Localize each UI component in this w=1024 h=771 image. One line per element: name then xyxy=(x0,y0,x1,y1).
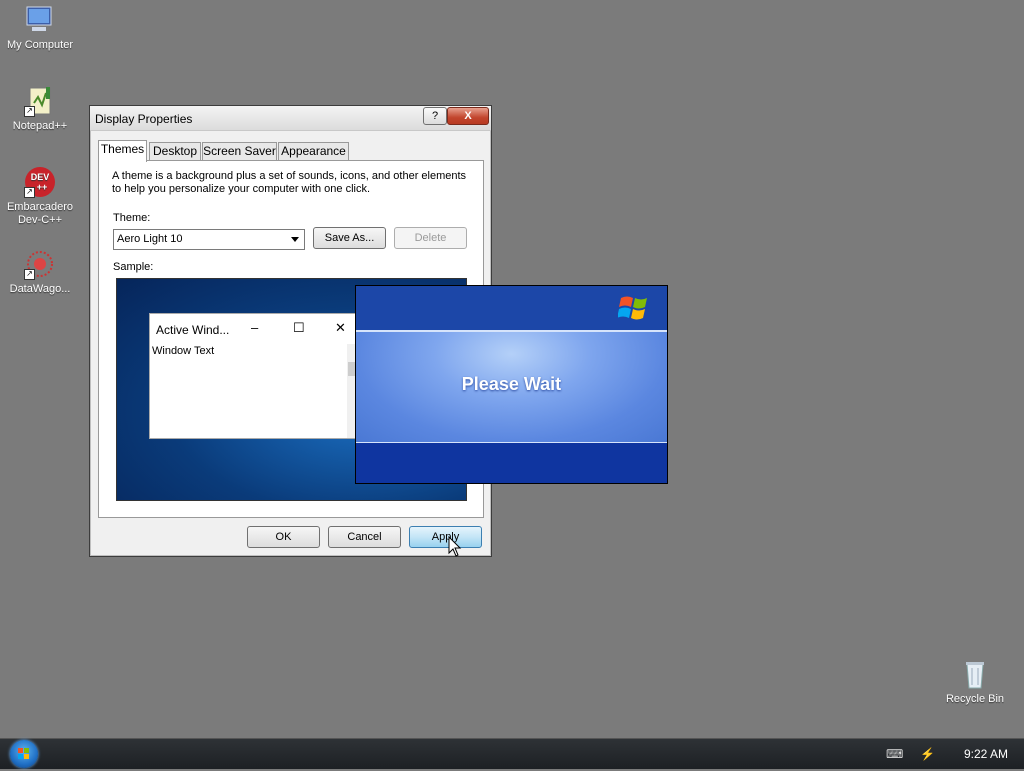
desktop-icon-devcpp[interactable]: DEV ++ ↗ Embarcadero Dev-C++ xyxy=(0,166,80,227)
desktop-icon-label: Recycle Bin xyxy=(945,693,1005,705)
sample-active-window: Active Wind... – ☐ ✕ Window Text xyxy=(149,313,358,439)
windows-logo-icon xyxy=(617,292,654,327)
shortcut-arrow-icon: ↗ xyxy=(24,187,35,198)
network-icon[interactable]: ⚡ xyxy=(920,747,935,761)
close-button[interactable]: X xyxy=(447,107,489,125)
please-wait-message: Please Wait xyxy=(461,374,562,394)
help-button[interactable]: ? xyxy=(423,107,447,125)
minimize-icon: – xyxy=(251,320,259,335)
start-button[interactable] xyxy=(10,740,38,768)
tab-themes[interactable]: Themes xyxy=(98,140,147,162)
desktop-icon-label: Embarcadero Dev-C++ xyxy=(6,201,74,226)
notepad-plus-plus-icon: ↗ xyxy=(24,85,56,117)
taskbar: ⌨ ⚡ 9:22 AM xyxy=(0,738,1024,769)
tab-appearance[interactable]: Appearance xyxy=(278,142,349,161)
shortcut-arrow-icon: ↗ xyxy=(24,106,35,117)
keyboard-icon[interactable]: ⌨ xyxy=(886,747,903,761)
tab-desktop[interactable]: Desktop xyxy=(149,142,201,161)
chevron-down-icon xyxy=(291,237,299,242)
sample-window-title: Active Wind... xyxy=(156,323,230,337)
maximize-icon: ☐ xyxy=(293,320,305,335)
tab-screen-saver[interactable]: Screen Saver xyxy=(202,142,277,161)
desktop-icon-label: DataWago... xyxy=(9,283,71,295)
theme-description: A theme is a background plus a set of so… xyxy=(112,170,467,195)
recycle-bin-icon xyxy=(959,658,991,690)
desktop-icon-notepad-plus-plus[interactable]: ↗ Notepad++ xyxy=(0,85,80,132)
desktop-icon-my-computer[interactable]: My Computer xyxy=(0,4,80,51)
ok-button[interactable]: OK xyxy=(247,526,320,548)
delete-button[interactable]: Delete xyxy=(394,227,467,249)
splash-bottom-band xyxy=(356,443,667,483)
dialog-title: Display Properties xyxy=(95,112,193,126)
theme-select[interactable]: Aero Light 10 xyxy=(113,229,305,250)
desktop-icon-label: My Computer xyxy=(6,39,74,51)
devcpp-icon: DEV ++ ↗ xyxy=(24,166,56,198)
cancel-button[interactable]: Cancel xyxy=(328,526,401,548)
desktop-icon-datawago[interactable]: ↗ DataWago... xyxy=(0,248,80,295)
please-wait-splash: Please Wait xyxy=(355,285,668,484)
svg-text:DEV: DEV xyxy=(31,172,50,182)
desktop-icon-recycle-bin[interactable]: Recycle Bin xyxy=(935,658,1015,705)
svg-text:++: ++ xyxy=(37,182,48,192)
title-bar[interactable]: Display Properties ? X xyxy=(90,106,491,131)
computer-icon xyxy=(24,4,56,36)
apply-button[interactable]: Apply xyxy=(409,526,482,548)
shortcut-arrow-icon: ↗ xyxy=(24,269,35,280)
theme-label: Theme: xyxy=(113,212,151,224)
desktop-icon-label: Notepad++ xyxy=(12,120,68,132)
close-icon: ✕ xyxy=(335,320,346,335)
mouse-cursor-icon xyxy=(448,536,462,557)
save-as-button[interactable]: Save As... xyxy=(313,227,386,249)
sample-label: Sample: xyxy=(113,261,154,273)
sample-window-text: Window Text xyxy=(152,345,215,357)
windows-logo-icon xyxy=(18,748,29,759)
clock[interactable]: 9:22 AM xyxy=(964,747,1008,761)
theme-select-value: Aero Light 10 xyxy=(117,233,183,245)
system-tray: ⌨ ⚡ 9:22 AM xyxy=(864,739,1024,769)
datawago-icon: ↗ xyxy=(24,248,56,280)
